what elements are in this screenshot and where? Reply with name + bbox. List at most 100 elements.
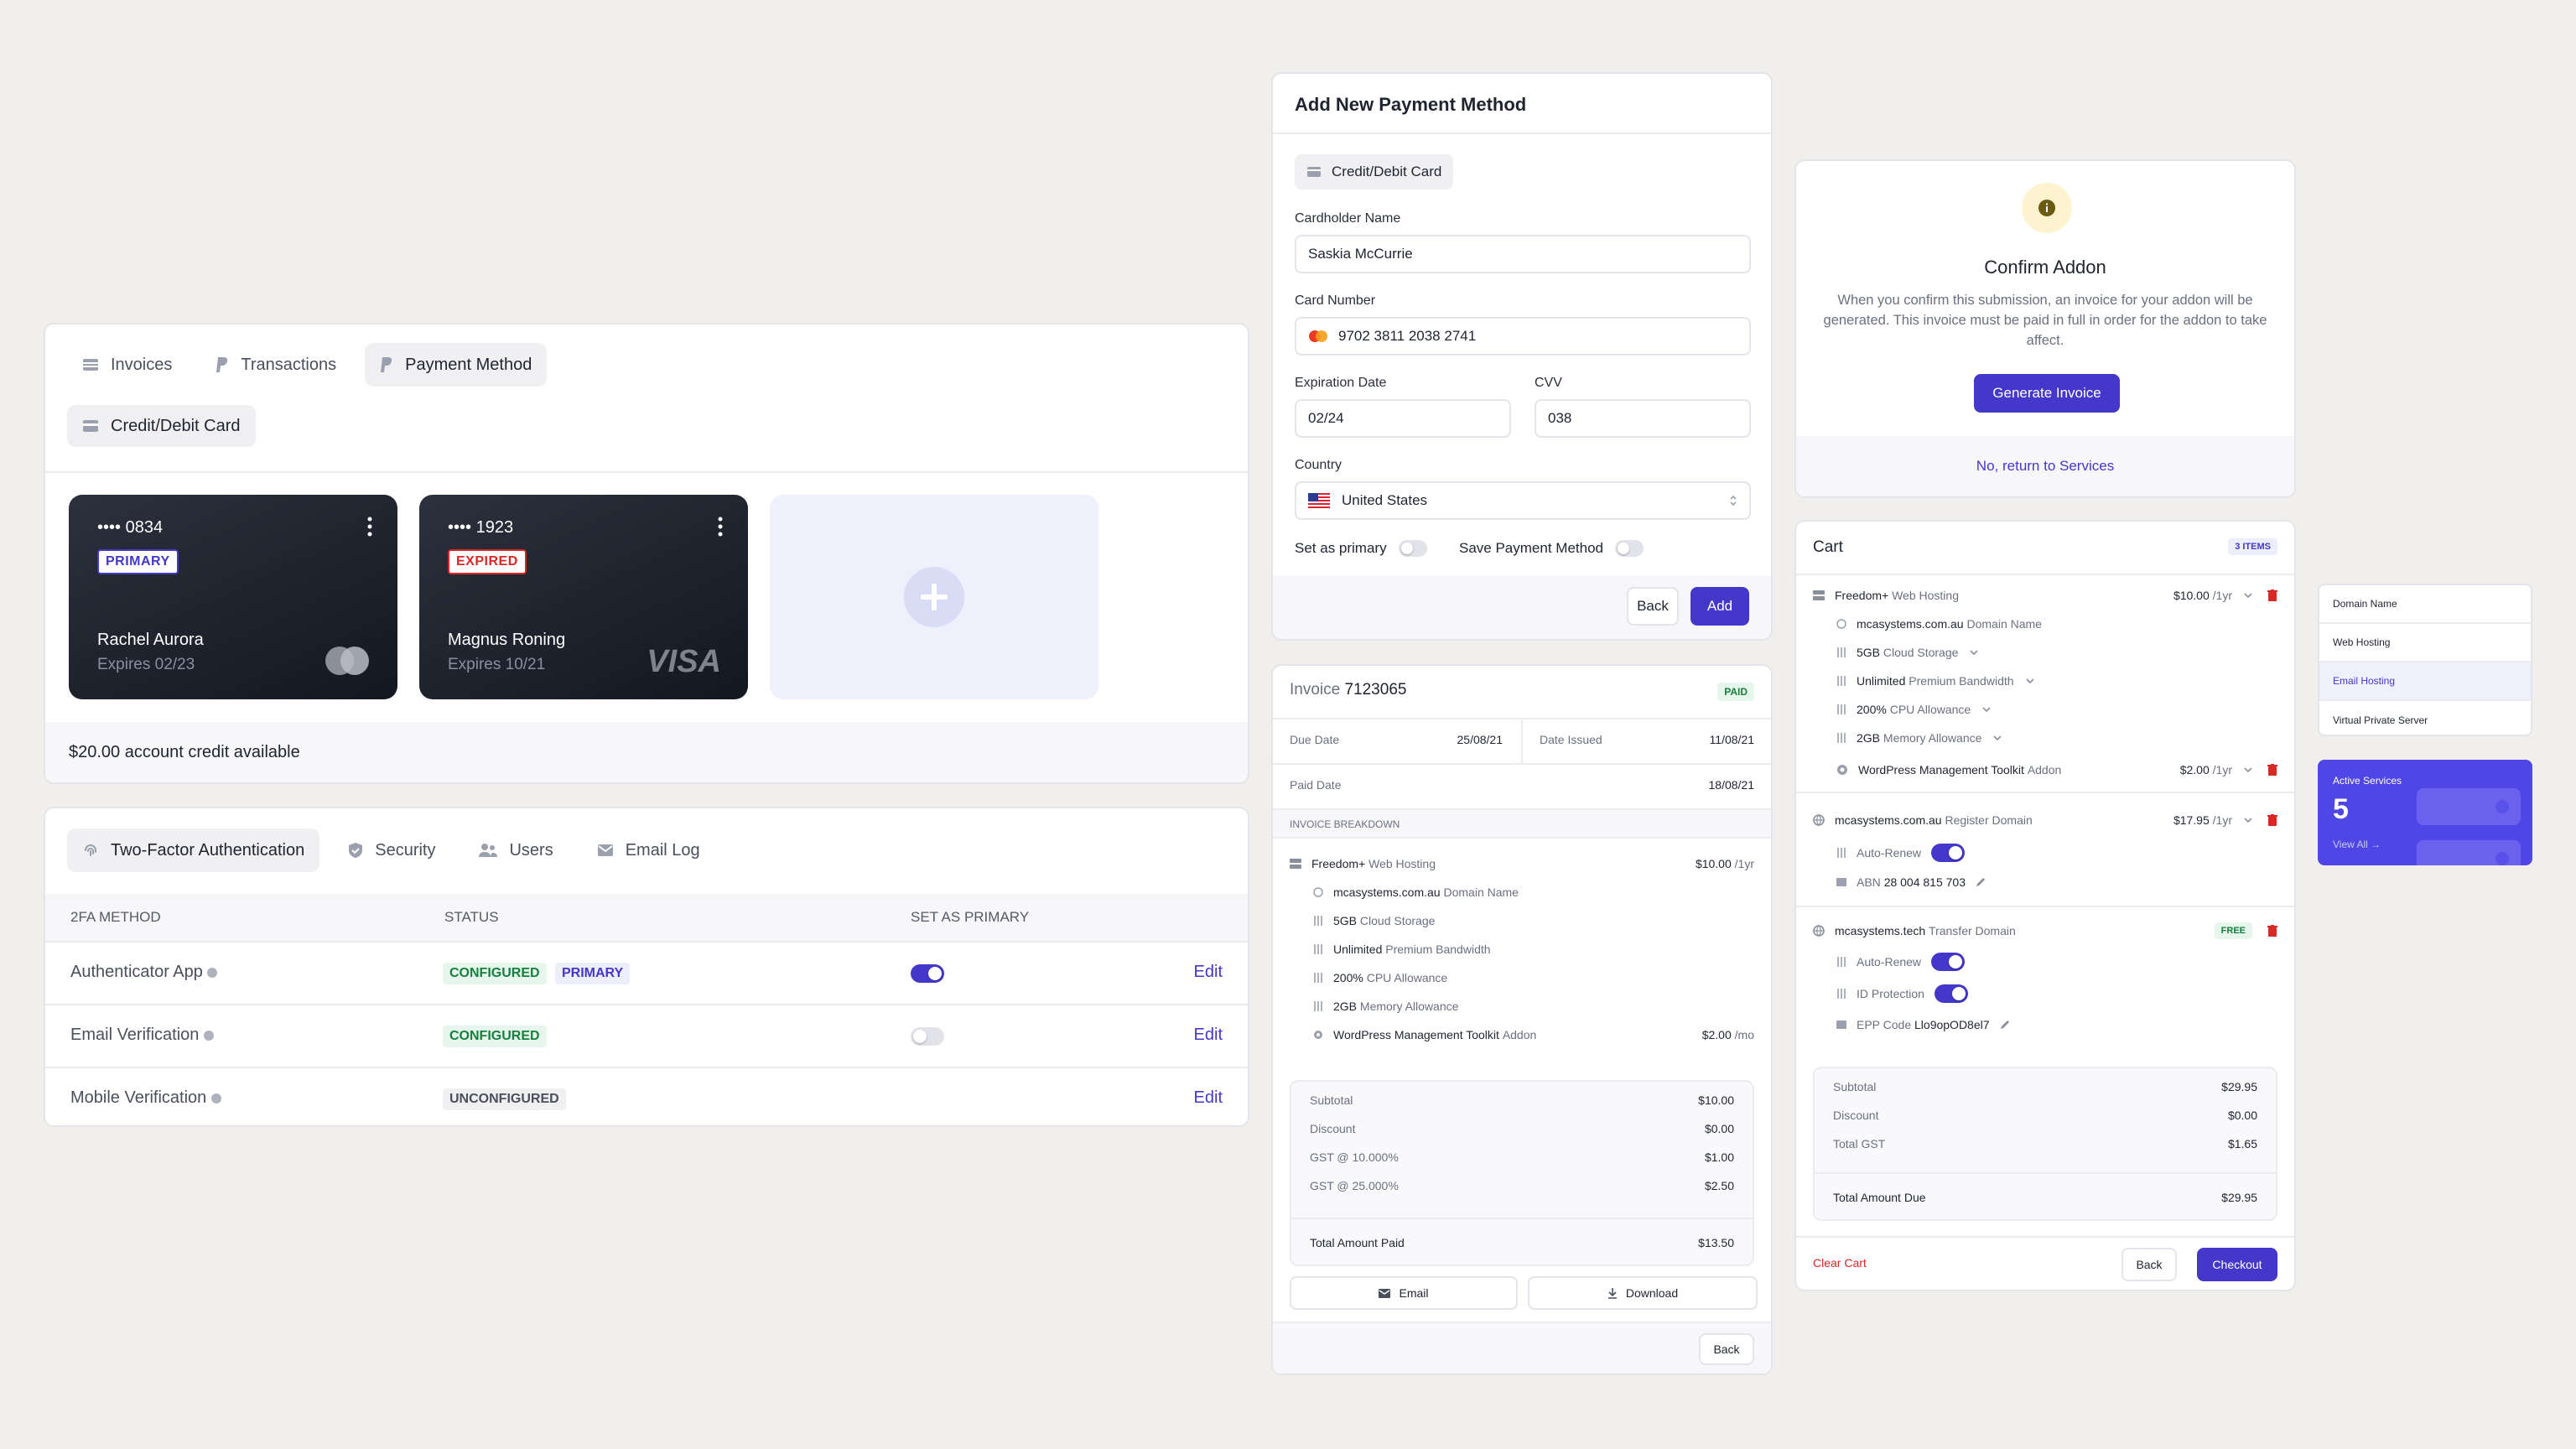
country-select[interactable]: United States: [1295, 481, 1751, 520]
subtab-credit-card[interactable]: Credit/Debit Card: [67, 405, 256, 447]
add-button[interactable]: Add: [1690, 587, 1749, 626]
active-services-card[interactable]: Active Services 5 View All →: [2318, 760, 2532, 865]
trash-icon[interactable]: [2267, 925, 2277, 937]
primary-badge: PRIMARY: [97, 549, 179, 574]
cart-subitem: 2GB Memory Allowance: [1836, 731, 2277, 745]
add-card-button[interactable]: [770, 495, 1098, 699]
auto-renew-toggle[interactable]: [1931, 844, 1966, 862]
save-method-toggle[interactable]: [1614, 540, 1644, 557]
chevron-down-icon[interactable]: [2025, 678, 2034, 683]
tab-transactions[interactable]: Transactions: [200, 343, 351, 387]
primary-toggle[interactable]: [911, 964, 944, 983]
tab-users[interactable]: Users: [464, 828, 568, 872]
back-button[interactable]: Back: [1699, 1333, 1754, 1365]
card-dots: ••••: [97, 518, 122, 537]
back-button[interactable]: Back: [2122, 1248, 2177, 1281]
more-icon[interactable]: [367, 517, 372, 537]
sliders-icon: [1836, 704, 1846, 714]
tab-invoices[interactable]: Invoices: [67, 343, 187, 387]
id-protection-toggle[interactable]: [1934, 984, 1968, 1003]
edit-link[interactable]: Edit: [1194, 1088, 1223, 1108]
addon-description: When you confirm this submission, an inv…: [1823, 293, 2267, 348]
return-link[interactable]: No, return to Services: [1976, 458, 2114, 475]
chevron-down-icon[interactable]: [2244, 767, 2252, 772]
divider: [1273, 763, 1771, 765]
billing-tabs: Invoices Transactions Payment Method: [45, 325, 1248, 387]
pencil-icon[interactable]: [2000, 1020, 2010, 1030]
generate-invoice-button[interactable]: Generate Invoice: [1974, 374, 2120, 413]
item-price: $10.00: [2173, 589, 2210, 602]
edit-link[interactable]: Edit: [1194, 1026, 1223, 1045]
saved-card[interactable]: •••• 0834 PRIMARY Rachel Aurora Expires …: [69, 495, 397, 699]
invoice-icon: [82, 358, 99, 371]
card-number-input[interactable]: 9702 3811 2038 2741: [1295, 317, 1751, 356]
tab-security[interactable]: Security: [333, 828, 450, 872]
more-icon[interactable]: [718, 517, 723, 537]
sliders-icon: [1836, 989, 1846, 999]
divider: [1796, 906, 2294, 907]
menu-item[interactable]: Web Hosting: [2319, 624, 2531, 662]
edit-link[interactable]: Edit: [1194, 963, 1223, 982]
tab-2fa[interactable]: Two-Factor Authentication: [67, 828, 320, 872]
expiration-input[interactable]: 02/24: [1295, 399, 1511, 438]
epp-value: Llo9opOD8el7: [1914, 1018, 1990, 1031]
invoice-title: Invoice 7123065: [1290, 681, 1406, 699]
trash-icon[interactable]: [2267, 589, 2277, 601]
email-button[interactable]: Email: [1290, 1276, 1518, 1310]
chevron-down-icon[interactable]: [1970, 650, 1978, 655]
back-button[interactable]: Back: [1627, 587, 1679, 626]
menu-item[interactable]: Domain Name: [2319, 585, 2531, 624]
menu-item[interactable]: Email Hosting: [2319, 662, 2531, 701]
auto-renew-toggle[interactable]: [1931, 953, 1966, 971]
id-card-icon: [1836, 877, 1846, 887]
cart-totals: Subtotal $29.95 Discount $0.00 Total GST $1.6…: [1813, 1067, 2277, 1221]
total-row: Subtotal $29.95: [1833, 1080, 2257, 1093]
saved-card[interactable]: •••• 1923 EXPIRED Magnus Roning Expires …: [419, 495, 748, 699]
tab-label: Email Log: [625, 840, 700, 860]
clear-cart-link[interactable]: Clear Cart: [1813, 1256, 1867, 1270]
item-sub: Transfer Domain: [1929, 924, 2016, 937]
chevron-down-icon[interactable]: [2244, 593, 2252, 598]
item-bold: WordPress Management Toolkit: [1333, 1028, 1499, 1041]
credit-card-icon: [1306, 166, 1322, 178]
server-icon: [1290, 859, 1301, 869]
pencil-icon[interactable]: [1976, 877, 1986, 887]
divider: [1273, 132, 1771, 134]
trash-icon[interactable]: [2267, 764, 2277, 776]
sliders-icon: [1313, 944, 1323, 954]
total-row: Total GST $1.65: [1833, 1137, 2257, 1150]
chevron-down-icon[interactable]: [2244, 818, 2252, 823]
chevron-down-icon[interactable]: [1982, 707, 1991, 712]
cvv-value: 038: [1548, 410, 1572, 426]
security-panel: Two-Factor Authentication Security Users…: [44, 807, 1249, 1127]
status-badge: CONFIGURED: [443, 963, 547, 984]
trash-icon[interactable]: [2267, 814, 2277, 826]
cardholder-input[interactable]: Saskia McCurrie: [1295, 235, 1751, 273]
card-last4: 0834: [125, 518, 164, 537]
download-button[interactable]: Download: [1528, 1276, 1758, 1310]
column-header: 2FA METHOD: [70, 909, 161, 925]
tab-email-log[interactable]: Email Log: [582, 828, 715, 872]
method-label: Email Verification: [70, 1026, 200, 1044]
panel-title: Add New Payment Method: [1295, 94, 1527, 115]
menu-item[interactable]: Virtual Private Server: [2319, 701, 2531, 735]
item-bold: mcasystems.com.au: [1333, 886, 1441, 899]
add-payment-panel: Add New Payment Method Credit/Debit Card…: [1271, 72, 1773, 641]
payment-type-chip[interactable]: Credit/Debit Card: [1295, 154, 1454, 190]
view-all-link[interactable]: View All →: [2333, 839, 2381, 850]
total-label: Total Amount Due: [1833, 1191, 1926, 1204]
set-primary-toggle[interactable]: [1398, 540, 1427, 557]
paypal-icon: [380, 356, 393, 373]
epp-label: EPP Code: [1857, 1018, 1912, 1031]
cart-subitem: 200% CPU Allowance: [1836, 703, 2277, 716]
chevron-down-icon[interactable]: [1993, 735, 2002, 740]
sliders-icon: [1313, 973, 1323, 983]
checkout-button[interactable]: Checkout: [2197, 1248, 2277, 1281]
cvv-input[interactable]: 038: [1535, 399, 1751, 438]
tab-payment-method[interactable]: Payment Method: [365, 343, 548, 387]
due-date-label: Due Date: [1290, 733, 1340, 746]
item-price: $10.00: [1695, 857, 1732, 870]
expiration-label: Expiration Date: [1295, 376, 1387, 390]
primary-toggle[interactable]: [911, 1027, 944, 1046]
auto-renew-label: Auto-Renew: [1857, 846, 1922, 860]
